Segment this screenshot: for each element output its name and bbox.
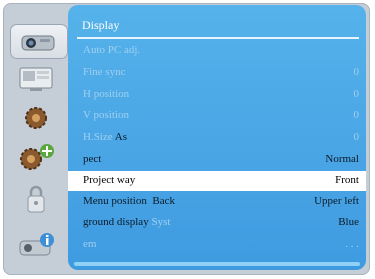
menu-item-project-way[interactable]: Project way Front xyxy=(68,171,366,191)
menu-item-label: Auto PC adj. xyxy=(83,44,141,56)
menu-title: Display xyxy=(82,18,120,32)
projector-icon xyxy=(21,35,55,50)
menu-item-value: Upper left xyxy=(314,195,359,207)
sidebar xyxy=(3,3,67,275)
menu-item-label: em xyxy=(83,238,97,250)
display-menu-panel: Display Auto PC adj. Fine sync 0 H posit… xyxy=(68,5,366,270)
menu-item-label: Fine sync xyxy=(83,66,126,78)
menu-item-label-main: H.Size xyxy=(83,131,113,143)
menu-item-h-size[interactable]: H.Size As 0 xyxy=(68,128,366,148)
lock-icon xyxy=(27,185,45,212)
title-divider xyxy=(77,37,359,39)
menu-item-system[interactable]: em . . . xyxy=(68,235,366,255)
menu-item-label: Menu position Back xyxy=(83,195,175,207)
menu-item-value: Blue xyxy=(338,216,359,228)
info-icon xyxy=(19,232,54,255)
menu-item-value: Normal xyxy=(325,153,359,165)
menu-item-label: ground display Syst xyxy=(83,216,170,228)
menu-item-label-tail: Syst xyxy=(151,216,171,228)
menu-item-label: V position xyxy=(83,109,129,121)
menu-item-label-tail: As xyxy=(114,131,128,143)
gears-plus-icon xyxy=(20,143,54,170)
menu-item-value: 0 xyxy=(353,88,360,100)
menu-item-label-tail: Back xyxy=(152,195,175,207)
menu-item-value: 0 xyxy=(353,131,360,143)
menu-item-label-main: ground display xyxy=(83,216,149,228)
sidebar-item-expand[interactable] xyxy=(14,141,58,174)
panel-bottom-bar xyxy=(74,262,360,266)
menu-item-auto-pc-adj[interactable]: Auto PC adj. xyxy=(68,41,366,61)
menu-item-menu-position[interactable]: Menu position Back Upper left xyxy=(68,192,366,212)
sidebar-item-info[interactable] xyxy=(14,229,58,262)
menu-item-label-main: Menu position xyxy=(83,195,147,207)
menu-item-label: H.Size As xyxy=(83,131,127,143)
menu-item-aspect[interactable]: pect Normal xyxy=(68,150,366,170)
menu-item-fine-sync[interactable]: Fine sync 0 xyxy=(68,63,366,83)
menu-item-label: pect xyxy=(83,153,102,165)
sidebar-item-display[interactable] xyxy=(11,25,67,58)
menu-item-h-position[interactable]: H position 0 xyxy=(68,85,366,105)
menu-item-value: Front xyxy=(335,174,359,186)
sidebar-item-image[interactable] xyxy=(14,62,58,95)
menu-item-label: H position xyxy=(83,88,130,100)
screen-icon xyxy=(19,67,53,91)
menu-item-value: 0 xyxy=(353,66,360,78)
menu-item-value: . . . xyxy=(345,238,359,250)
menu-item-v-position[interactable]: V position 0 xyxy=(68,106,366,126)
sidebar-item-setting[interactable] xyxy=(14,101,58,134)
menu-item-background-display[interactable]: ground display Syst Blue xyxy=(68,213,366,233)
menu-item-value: 0 xyxy=(353,109,360,121)
gear-icon xyxy=(25,106,47,129)
menu-item-label: Project way xyxy=(83,174,136,186)
sidebar-item-security[interactable] xyxy=(14,183,58,216)
